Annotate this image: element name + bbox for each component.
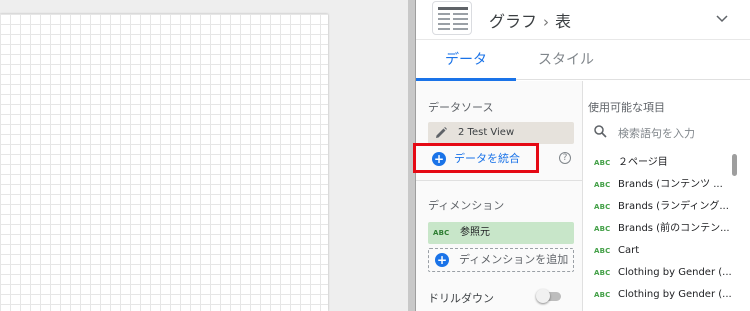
drilldown-label: ドリルダウン: [428, 292, 494, 305]
add-dimension-button[interactable]: + ディメンションを追加: [428, 248, 574, 272]
field-item[interactable]: ABC Clothing by Gender (...: [582, 284, 732, 306]
report-canvas-grid[interactable]: [0, 14, 328, 311]
red-highlight-annotation: [413, 143, 539, 173]
text-type-icon: ABC: [433, 229, 450, 237]
dimension-field-name: 参照元: [460, 227, 490, 238]
field-name: ２ページ目: [618, 157, 668, 168]
data-source-heading: データソース: [428, 101, 494, 114]
toggle-knob: [536, 289, 550, 303]
field-name: Clothing by Gender (...: [618, 267, 732, 278]
field-name: Brands (コンテンツ ...: [618, 179, 723, 190]
field-search-input[interactable]: 検索語句を入力: [590, 121, 738, 143]
add-dimension-label: ディメンションを追加: [459, 253, 569, 266]
search-icon: [594, 125, 607, 141]
text-type-icon: ABC: [594, 203, 611, 211]
field-name: Cart: [618, 245, 640, 256]
chart-type-label: グラフ: [489, 12, 538, 31]
help-icon[interactable]: ?: [559, 152, 571, 164]
text-type-icon: ABC: [594, 225, 611, 233]
field-item[interactable]: ABC ２ページ目: [582, 152, 732, 174]
available-fields-heading: 使用可能な項目: [588, 101, 665, 114]
chart-subtype-label: 表: [555, 12, 572, 31]
search-placeholder: 検索語句を入力: [618, 127, 695, 140]
available-fields-list: ABC ２ページ目 ABC Brands (コンテンツ ... ABC Brands …: [582, 152, 732, 306]
section-divider: [416, 180, 582, 181]
breadcrumb-separator: ›: [543, 13, 550, 31]
text-type-icon: ABC: [594, 291, 611, 299]
table-chart-icon[interactable]: [432, 1, 472, 35]
data-source-name: 2 Test View: [458, 127, 515, 138]
tab-data[interactable]: データ: [416, 40, 516, 81]
report-canvas-area: [0, 0, 408, 311]
data-source-chip[interactable]: 2 Test View: [428, 122, 574, 144]
chevron-down-icon[interactable]: [714, 10, 730, 26]
text-type-icon: ABC: [594, 159, 611, 167]
add-circle-icon: +: [435, 253, 449, 267]
fields-scrollbar[interactable]: [732, 154, 737, 176]
dimension-chip[interactable]: ABC 参照元: [428, 222, 574, 244]
data-config-column: [416, 81, 582, 311]
text-type-icon: ABC: [594, 247, 611, 255]
text-type-icon: ABC: [594, 269, 611, 277]
field-item[interactable]: ABC Brands (前のコンテン...: [582, 218, 732, 240]
pencil-icon[interactable]: [434, 126, 448, 144]
field-item[interactable]: ABC Brands (コンテンツ ...: [582, 174, 732, 196]
panel-header: グラフ › 表: [416, 0, 750, 40]
text-type-icon: ABC: [594, 181, 611, 189]
panel-tabs: データ スタイル: [416, 40, 750, 81]
tab-style[interactable]: スタイル: [516, 40, 616, 80]
field-name: Brands (ランディング...: [618, 201, 729, 212]
field-item[interactable]: ABC Cart: [582, 240, 732, 262]
field-name: Clothing by Gender (...: [618, 289, 732, 300]
field-item[interactable]: ABC Brands (ランディング...: [582, 196, 732, 218]
field-item[interactable]: ABC Clothing by Gender (...: [582, 262, 732, 284]
field-name: Brands (前のコンテン...: [618, 223, 730, 234]
chart-type-breadcrumb: グラフ › 表: [489, 8, 571, 32]
dimension-heading: ディメンション: [428, 199, 505, 212]
drilldown-toggle[interactable]: [536, 289, 562, 303]
